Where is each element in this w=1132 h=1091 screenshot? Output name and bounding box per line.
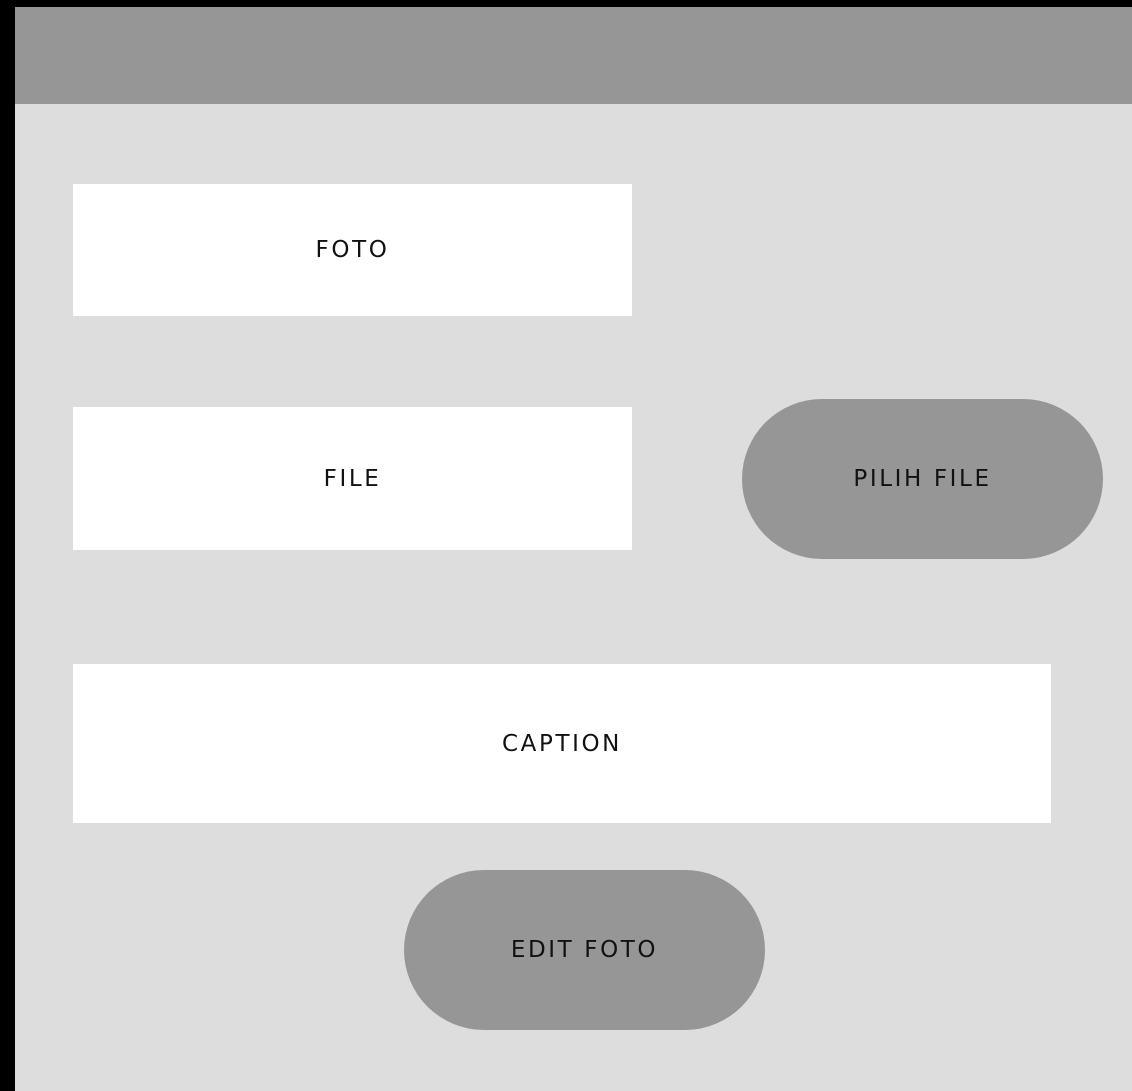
app-window: FOTO FILE PILIH FILE CAPTION EDIT FOTO <box>15 7 1132 1091</box>
file-field-label: FILE <box>323 465 382 492</box>
pilih-file-button-label: PILIH FILE <box>853 466 992 492</box>
edit-foto-button-label: EDIT FOTO <box>510 937 659 963</box>
file-field[interactable]: FILE <box>73 407 632 550</box>
header-bar <box>15 7 1132 104</box>
edit-foto-button[interactable]: EDIT FOTO <box>404 870 765 1030</box>
foto-field[interactable]: FOTO <box>73 184 632 316</box>
caption-field[interactable]: CAPTION <box>73 664 1051 823</box>
foto-field-label: FOTO <box>315 237 390 263</box>
caption-field-label: CAPTION <box>501 730 622 757</box>
pilih-file-button[interactable]: PILIH FILE <box>742 399 1103 559</box>
